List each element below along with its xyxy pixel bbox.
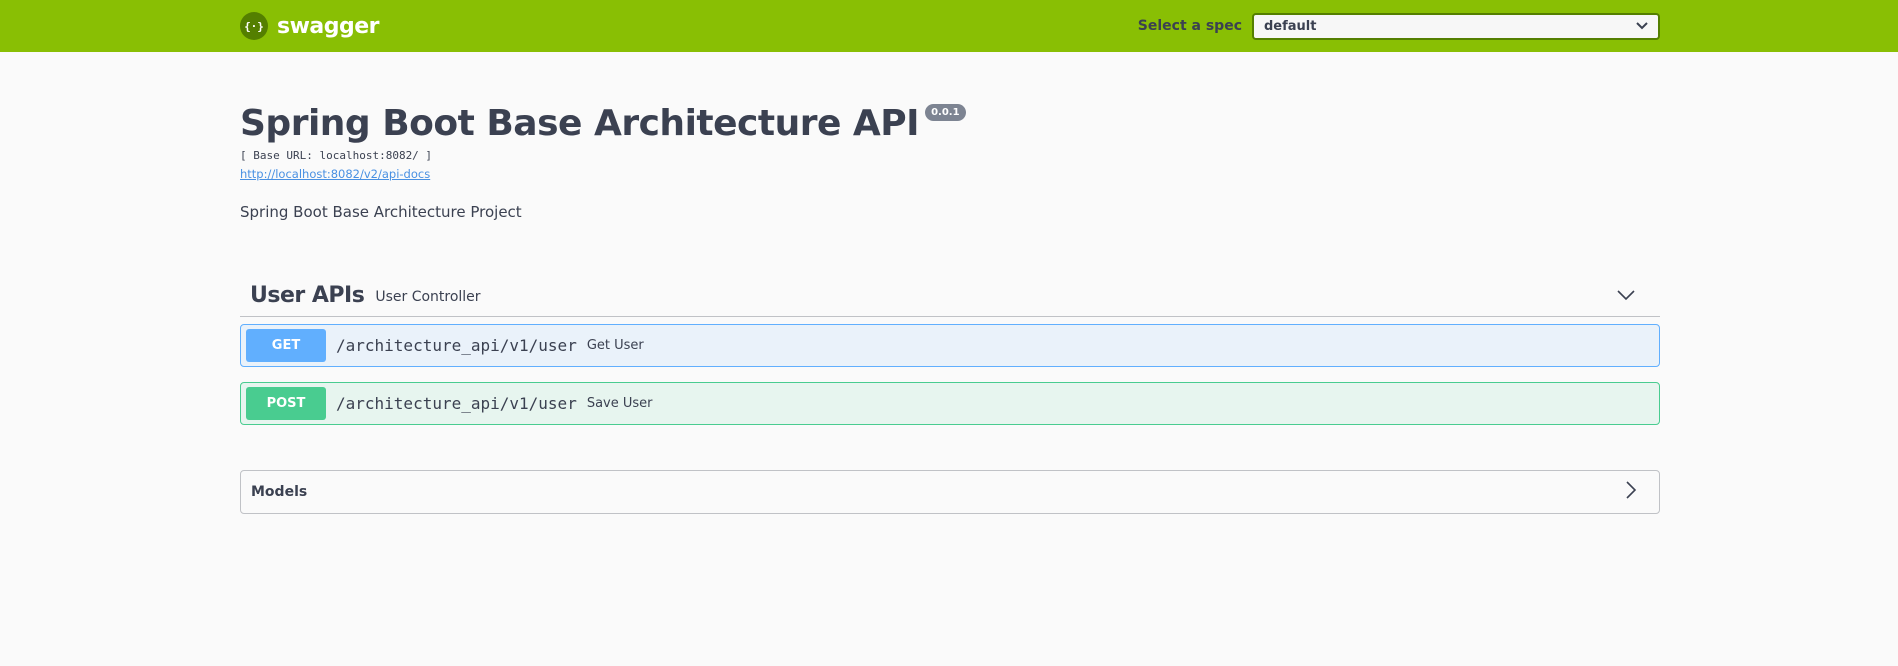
- base-url: [ Base URL: localhost:8082/ ]: [240, 149, 433, 162]
- spec-selector: Select a spec default: [1137, 12, 1660, 40]
- topbar: {·} swagger Select a spec default: [0, 0, 1898, 52]
- operation-summary: Get User: [586, 338, 644, 353]
- operation-get-user[interactable]: GET /architecture_api/v1/user Get User: [240, 324, 1660, 367]
- chevron-down-icon[interactable]: [1617, 288, 1635, 306]
- operation-path: /architecture_api/v1/user: [336, 336, 577, 355]
- brand-name: swagger: [277, 13, 380, 39]
- spec-label: Select a spec: [1137, 18, 1242, 34]
- chevron-down-icon: [1636, 19, 1648, 34]
- spec-select-value: default: [1264, 18, 1317, 34]
- main-content: Spring Boot Base Architecture API 0.0.1 …: [240, 52, 1660, 514]
- method-badge-post: POST: [246, 387, 326, 420]
- api-docs-link[interactable]: http://localhost:8082/v2/api-docs: [240, 167, 430, 181]
- method-badge-get: GET: [246, 329, 326, 362]
- svg-text:{·}: {·}: [244, 20, 264, 33]
- tag-description: User Controller: [375, 289, 481, 305]
- api-info: Spring Boot Base Architecture API 0.0.1 …: [240, 102, 1660, 221]
- chevron-right-icon[interactable]: [1625, 480, 1637, 505]
- api-description: Spring Boot Base Architecture Project: [240, 203, 522, 221]
- models-title: Models: [251, 484, 308, 500]
- models-section[interactable]: Models: [240, 470, 1660, 514]
- swagger-brand-link[interactable]: {·} swagger: [240, 12, 380, 40]
- page-title: Spring Boot Base Architecture API: [240, 103, 920, 144]
- operation-summary: Save User: [586, 396, 653, 411]
- tag-section-user-apis: User APIs User Controller GET /architect…: [240, 274, 1660, 425]
- operation-save-user[interactable]: POST /architecture_api/v1/user Save User: [240, 382, 1660, 425]
- topbar-inner: {·} swagger Select a spec default: [240, 0, 1660, 52]
- spec-select[interactable]: default: [1252, 12, 1660, 40]
- tag-header[interactable]: User APIs User Controller: [240, 274, 1660, 317]
- swagger-logo-icon: {·}: [240, 12, 268, 40]
- title-row: Spring Boot Base Architecture API 0.0.1: [240, 102, 1660, 146]
- version-badge: 0.0.1: [925, 104, 966, 121]
- operation-path: /architecture_api/v1/user: [336, 394, 577, 413]
- tag-name: User APIs: [250, 282, 365, 308]
